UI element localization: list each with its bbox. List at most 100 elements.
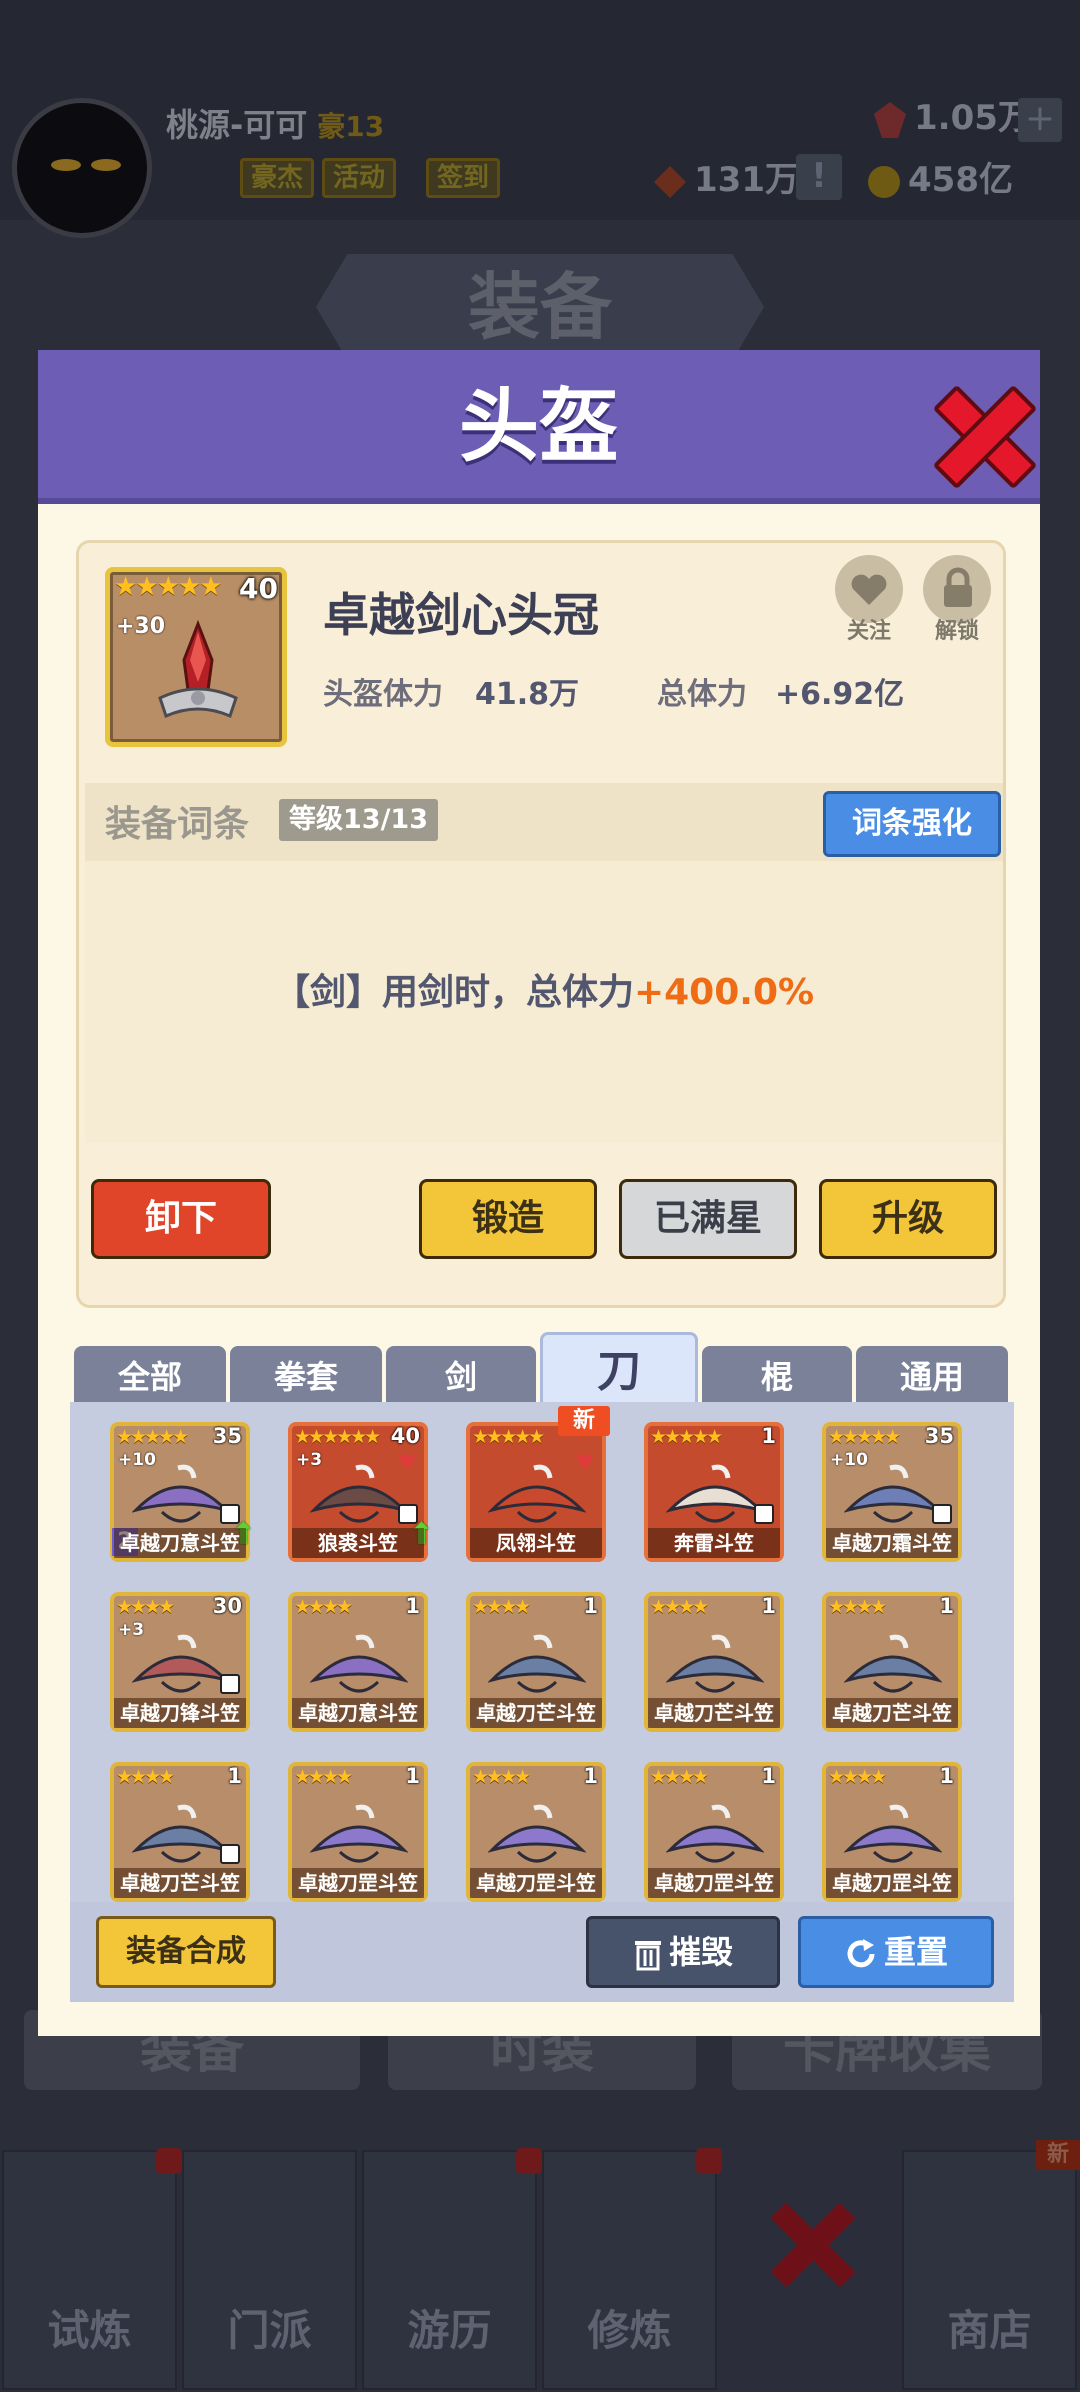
- total-stat-label: 总体力: [657, 677, 747, 712]
- unequip-button[interactable]: 卸下: [91, 1179, 271, 1259]
- item-level: 1: [761, 1424, 776, 1448]
- item-card[interactable]: ★★★★★ 35 +10 卓越刀霜斗笠: [822, 1422, 962, 1562]
- rank-badge: 豪13: [317, 110, 385, 143]
- affix-title: 装备词条: [105, 804, 250, 845]
- item-icon[interactable]: ★★★★★ 40 +30: [105, 567, 287, 747]
- diamond-icon: [654, 165, 686, 198]
- item-card[interactable]: ★★★★★ 1 奔雷斗笠: [644, 1422, 784, 1562]
- item-stars: ★★★★★: [472, 1426, 545, 1448]
- destroy-label: 摧毁: [668, 1933, 733, 1971]
- item-stars: ★★★★: [650, 1596, 709, 1618]
- shop-new-badge: 新: [1036, 2140, 1080, 2170]
- item-level: 40: [390, 1424, 420, 1448]
- item-stars: ★★★★★★: [294, 1426, 381, 1448]
- tab-fist[interactable]: 拳套: [230, 1346, 382, 1404]
- bamboo-hat-icon: [488, 1634, 586, 1693]
- item-name: 卓越刀芒斗笠: [648, 1698, 780, 1728]
- bamboo-hat-icon: [666, 1634, 764, 1693]
- item-card[interactable]: ★★★★★35+10⬆2卓越刀意斗笠: [110, 1422, 256, 1562]
- bamboo-hat-icon: [132, 1804, 230, 1863]
- bamboo-hat-icon: [310, 1464, 408, 1523]
- heart-icon: ♥: [398, 1450, 416, 1474]
- item-name: 卓越刀罡斗笠: [292, 1868, 424, 1898]
- destroy-button[interactable]: 摧毁: [586, 1916, 780, 1988]
- item-card[interactable]: ★★★★ 1 卓越刀芒斗笠: [110, 1762, 250, 1902]
- item-stars: ★★★★★: [116, 1426, 189, 1448]
- new-badge: 新: [558, 1406, 610, 1436]
- nav-cultivate[interactable]: 修炼: [542, 2150, 717, 2390]
- lock-icon: [220, 1674, 240, 1694]
- compose-button[interactable]: 装备合成: [96, 1916, 276, 1988]
- nav-sect[interactable]: 门派: [182, 2150, 357, 2390]
- tab-all[interactable]: 全部: [74, 1346, 226, 1404]
- item-card[interactable]: ★★★★ 1 卓越刀芒斗笠: [822, 1592, 962, 1732]
- item-name: 凤翎斗笠: [470, 1528, 602, 1558]
- item-card[interactable]: ★★★★ 1 卓越刀罡斗笠: [466, 1762, 606, 1902]
- tickets-counter: 131万: [652, 154, 799, 206]
- forge-button[interactable]: 锻造: [419, 1179, 597, 1259]
- unlock-label: 解锁: [935, 619, 980, 644]
- item-card[interactable]: ★★★★★★40+3♥⬆狼裘斗笠: [288, 1422, 434, 1562]
- item-name: 卓越刀罡斗笠: [470, 1868, 602, 1898]
- tab-sword[interactable]: 剑: [386, 1346, 536, 1404]
- item-name: 卓越刀意斗笠: [292, 1698, 424, 1728]
- item-level: 1: [761, 1594, 776, 1618]
- category-tabs: 全部 拳套 剑 刀 棍 通用: [74, 1332, 1008, 1404]
- tab-blade[interactable]: 刀: [540, 1332, 698, 1404]
- nav-trial[interactable]: 试炼: [2, 2150, 177, 2390]
- item-card[interactable]: ★★★★ 1 卓越刀罡斗笠: [288, 1762, 428, 1902]
- nav-shop[interactable]: 商店: [902, 2150, 1077, 2390]
- bamboo-hat-icon: [310, 1634, 408, 1693]
- nav-dot-badge: [696, 2148, 722, 2174]
- nav-dot-badge: [156, 2148, 182, 2174]
- nav-travel[interactable]: 游历: [362, 2150, 537, 2390]
- lock-icon: [754, 1504, 774, 1524]
- tab-general[interactable]: 通用: [856, 1346, 1008, 1404]
- item-stars: ★★★★★: [114, 572, 223, 602]
- tab-staff[interactable]: 棍: [702, 1346, 852, 1404]
- info-button[interactable]: !: [796, 154, 842, 200]
- lock-icon: [220, 1844, 240, 1864]
- player-name: 桃源-可可 豪13: [166, 106, 385, 144]
- add-gems-button[interactable]: +: [1018, 98, 1062, 142]
- item-stars: ★★★★: [116, 1596, 175, 1618]
- affix-enhance-button[interactable]: 词条强化: [823, 791, 1001, 857]
- trash-icon: [634, 1941, 661, 1971]
- item-card[interactable]: ★★★★ 30 +3 卓越刀锋斗笠: [110, 1592, 250, 1732]
- item-name: 卓越刀锋斗笠: [114, 1698, 246, 1728]
- tag-event[interactable]: 活动: [322, 158, 397, 198]
- tag-hero[interactable]: 豪杰: [240, 158, 315, 198]
- nav-dot-badge: [516, 2148, 542, 2174]
- item-card[interactable]: ★★★★ 1 卓越刀罡斗笠: [822, 1762, 962, 1902]
- maxed-star-button[interactable]: 已满星: [619, 1179, 797, 1259]
- heart-icon: ♥: [576, 1450, 594, 1474]
- item-card[interactable]: ★★★★ 1 卓越刀芒斗笠: [644, 1592, 784, 1732]
- bamboo-hat-icon: [132, 1634, 230, 1693]
- bamboo-hat-icon: [132, 1464, 230, 1523]
- tag-signin[interactable]: 签到: [426, 158, 501, 198]
- item-name: 狼裘斗笠: [292, 1528, 424, 1558]
- reset-button[interactable]: 重置: [798, 1916, 994, 1988]
- avatar[interactable]: [12, 98, 152, 238]
- item-level: 1: [405, 1594, 420, 1618]
- item-card[interactable]: ★★★★ 1 卓越刀罡斗笠: [644, 1762, 784, 1902]
- bamboo-hat-icon: [844, 1634, 942, 1693]
- item-stars: ★★★★: [116, 1766, 175, 1788]
- item-card[interactable]: ★★★★★ ♥ 新凤翎斗笠: [466, 1406, 610, 1562]
- item-info-card: ★★★★★ 40 +30 卓越剑心头冠 头盔体力 41.8万 总体力 +6.92…: [76, 540, 1006, 1308]
- bamboo-hat-icon: [844, 1464, 942, 1523]
- bamboo-hat-icon: [666, 1464, 764, 1523]
- item-card[interactable]: ★★★★ 1 卓越刀芒斗笠: [466, 1592, 606, 1732]
- reset-label: 重置: [883, 1933, 948, 1971]
- total-stat-value: +6.92亿: [775, 677, 905, 712]
- nav-equipment-icon[interactable]: [768, 2200, 858, 2290]
- bamboo-hat-icon: [310, 1804, 408, 1863]
- item-level: 1: [405, 1764, 420, 1788]
- item-name: 卓越刀意斗笠: [114, 1528, 246, 1558]
- item-name: 卓越刀芒斗笠: [114, 1868, 246, 1898]
- upgrade-button[interactable]: 升级: [819, 1179, 997, 1259]
- item-level: 1: [939, 1764, 954, 1788]
- avatar-eye-icon: [51, 159, 81, 171]
- close-icon[interactable]: [934, 384, 1028, 478]
- item-card[interactable]: ★★★★ 1 卓越刀意斗笠: [288, 1592, 428, 1732]
